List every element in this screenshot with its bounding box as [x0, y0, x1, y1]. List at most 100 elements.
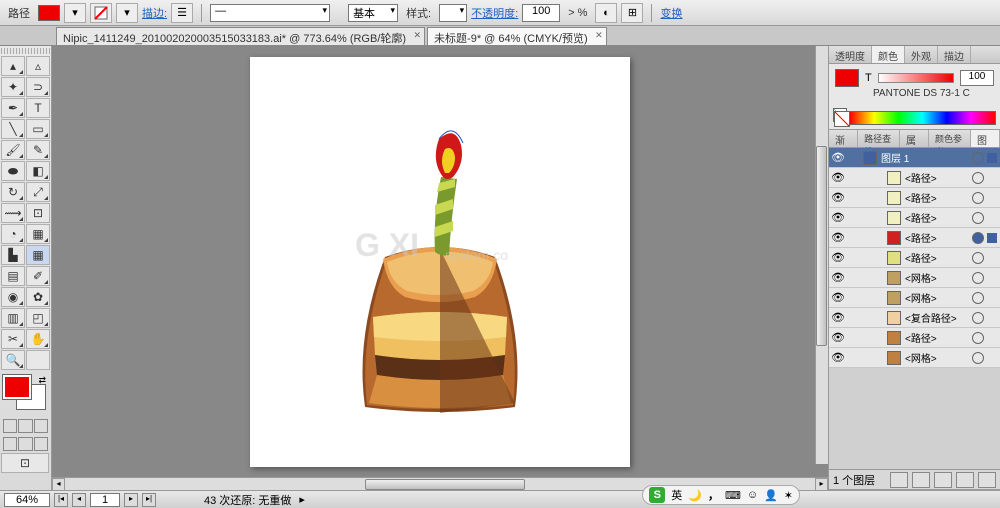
fill-color-swatch[interactable]	[3, 375, 31, 399]
target-icon[interactable]	[972, 232, 984, 244]
doc-tab[interactable]: 未标题-9* @ 64% (CMYK/预览)✕	[427, 27, 607, 45]
visibility-icon[interactable]: 👁	[829, 311, 847, 324]
new-layer-btn[interactable]	[956, 472, 974, 488]
layer-row[interactable]: 👁<路径>	[829, 328, 1000, 348]
close-icon[interactable]: ✕	[595, 30, 603, 41]
ime-lang[interactable]: 英	[671, 487, 682, 503]
panel-fill-swatch[interactable]	[835, 69, 859, 87]
emoji-icon[interactable]: ☺	[747, 489, 758, 501]
hand-tool[interactable]: ✋	[26, 329, 50, 349]
moon-icon[interactable]: 🌙	[688, 489, 702, 502]
none-mode[interactable]	[34, 419, 48, 433]
target-icon[interactable]	[972, 352, 984, 364]
blob-tool[interactable]: ⬬	[1, 161, 25, 181]
draw-behind[interactable]	[18, 437, 32, 451]
slice-tool[interactable]: ✂	[1, 329, 25, 349]
selection-tool[interactable]: ▴	[1, 56, 25, 76]
layer-row[interactable]: 👁<路径>	[829, 188, 1000, 208]
line-tool[interactable]: ╲	[1, 119, 25, 139]
make-clip-btn[interactable]	[912, 472, 930, 488]
opacity-link[interactable]: 不透明度:	[471, 5, 518, 21]
symbol-spray[interactable]: ✿	[26, 287, 50, 307]
brush-def-dd[interactable]: 基本	[348, 4, 398, 22]
visibility-icon[interactable]: 👁	[829, 291, 847, 304]
toolbox-grip[interactable]	[1, 48, 50, 54]
align-btn[interactable]: ⊞	[621, 3, 643, 23]
target-icon[interactable]	[972, 192, 984, 204]
scroll-left[interactable]: ◂	[52, 478, 65, 491]
layer-row[interactable]: 👁<路径>	[829, 228, 1000, 248]
fill-menu[interactable]: ▾	[64, 3, 86, 23]
free-transform[interactable]: ⊡	[26, 203, 50, 223]
gear-icon[interactable]: ✶	[784, 489, 793, 502]
eyedropper-tool[interactable]: ✐	[26, 266, 50, 286]
rect-tool[interactable]: ▭	[26, 119, 50, 139]
target-icon[interactable]	[972, 172, 984, 184]
next-artboard[interactable]: ▸	[124, 493, 138, 507]
draw-inside[interactable]	[34, 437, 48, 451]
pencil-tool[interactable]: ✎	[26, 140, 50, 160]
target-icon[interactable]	[972, 272, 984, 284]
user-icon[interactable]: 👤	[764, 489, 778, 502]
visibility-icon[interactable]: 👁	[829, 331, 847, 344]
artboard-tool[interactable]: ◰	[26, 308, 50, 328]
blend-tool[interactable]: ◉	[1, 287, 25, 307]
style-dd[interactable]	[439, 4, 467, 22]
lasso-tool[interactable]: ⊃	[26, 77, 50, 97]
stroke-link[interactable]: 描边:	[142, 5, 167, 21]
eraser-tool[interactable]: ◧	[26, 161, 50, 181]
no-fill-btn[interactable]	[90, 3, 112, 23]
attrs-tab[interactable]: 属性	[900, 130, 929, 147]
target-icon[interactable]	[972, 152, 984, 164]
graph-tool[interactable]: ▥	[1, 308, 25, 328]
visibility-icon[interactable]: 👁	[829, 151, 847, 164]
keyboard-icon[interactable]: ⌨	[725, 489, 741, 502]
gradient-mode[interactable]	[18, 419, 32, 433]
tint-value[interactable]: 100	[960, 70, 994, 86]
live-paint[interactable]: ▦	[26, 224, 50, 244]
layer-row[interactable]: 👁<网格>	[829, 288, 1000, 308]
artboard-viewport[interactable]: G XI system.co	[52, 46, 828, 477]
layer-row[interactable]: 👁图层 1	[829, 148, 1000, 168]
new-sublayer-btn[interactable]	[934, 472, 952, 488]
scale-tool[interactable]: ⤢	[26, 182, 50, 202]
stroke-menu[interactable]: ▾	[116, 3, 138, 23]
punct-icon[interactable]: ，	[708, 487, 719, 503]
layer-row[interactable]: 👁<路径>	[829, 248, 1000, 268]
ime-toolbar[interactable]: S 英 🌙 ， ⌨ ☺ 👤 ✶	[642, 485, 800, 505]
layer-row[interactable]: 👁<路径>	[829, 208, 1000, 228]
target-icon[interactable]	[972, 312, 984, 324]
close-icon[interactable]: ✕	[414, 30, 422, 41]
layer-row[interactable]: 👁<路径>	[829, 168, 1000, 188]
zoom-tool[interactable]: 🔍	[1, 350, 25, 370]
gradient-tab[interactable]: 渐变	[829, 130, 858, 147]
layer-row[interactable]: 👁<网格>	[829, 268, 1000, 288]
locate-layer-btn[interactable]	[890, 472, 908, 488]
stroke-weight-btn[interactable]: ☰	[171, 3, 193, 23]
colorguide-tab[interactable]: 颜色参考	[929, 130, 971, 147]
visibility-icon[interactable]: 👁	[829, 211, 847, 224]
prev-artboard[interactable]: ◂	[72, 493, 86, 507]
type-tool[interactable]: T	[26, 98, 50, 118]
opacity-tab[interactable]: 透明度	[829, 46, 872, 63]
width-tool[interactable]: ⟿	[1, 203, 25, 223]
screen-mode[interactable]: ⊡	[1, 453, 49, 473]
magic-wand-tool[interactable]: ✦	[1, 77, 25, 97]
color-tab[interactable]: 颜色	[872, 46, 905, 63]
layers-tab[interactable]: 图层	[971, 130, 1000, 147]
first-artboard[interactable]: |◂	[54, 493, 68, 507]
visibility-icon[interactable]: 👁	[829, 231, 847, 244]
shape-builder[interactable]: ◔	[1, 224, 25, 244]
mesh-tool[interactable]: ▦	[26, 245, 50, 265]
visibility-icon[interactable]: 👁	[829, 171, 847, 184]
opacity-input[interactable]: 100	[522, 4, 560, 22]
appearance-tab[interactable]: 外观	[905, 46, 938, 63]
spare-tool[interactable]	[26, 350, 50, 370]
last-artboard[interactable]: ▸|	[142, 493, 156, 507]
stroke-tab[interactable]: 描边	[938, 46, 971, 63]
target-icon[interactable]	[972, 292, 984, 304]
recolor-btn[interactable]: ◐	[595, 3, 617, 23]
brush-tool[interactable]: 🖌	[1, 140, 25, 160]
target-icon[interactable]	[972, 252, 984, 264]
gradient-tool[interactable]: ▤	[1, 266, 25, 286]
